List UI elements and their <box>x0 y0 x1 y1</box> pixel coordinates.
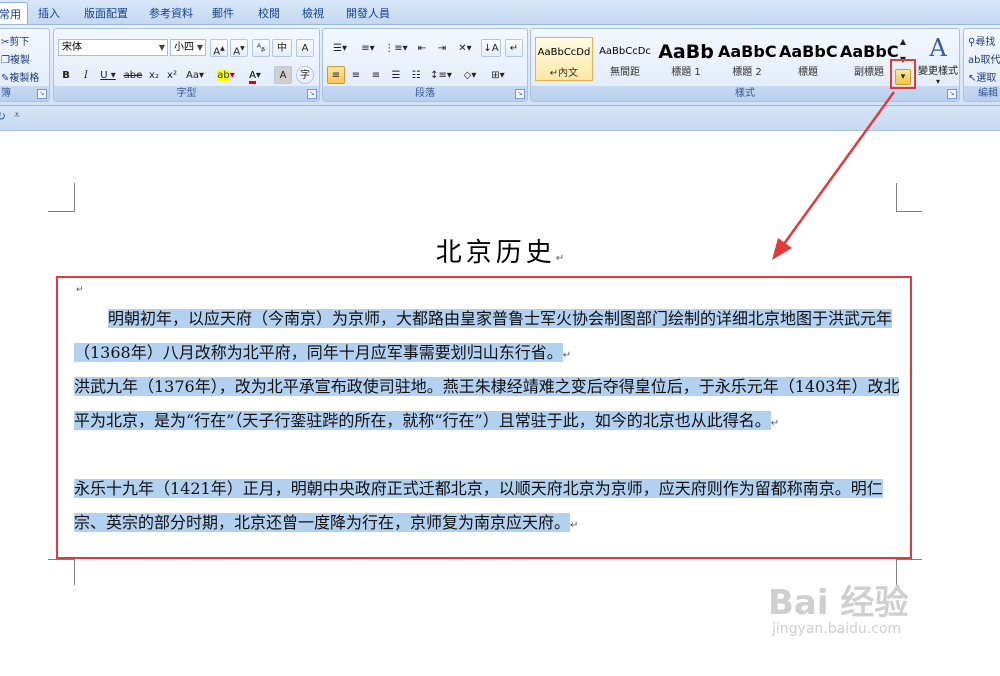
tab-review[interactable]: 校閱 <box>258 5 280 21</box>
font-dialog-launcher[interactable]: ↘ <box>307 89 317 99</box>
crop-mark <box>48 559 75 560</box>
subscript-icon[interactable]: x₂ <box>146 66 162 84</box>
style-heading-2[interactable]: AaBbC 標題 2 <box>718 37 776 81</box>
justify-icon[interactable]: ☰ <box>387 66 405 84</box>
crop-mark <box>74 559 75 585</box>
ribbon: ✂剪下 ❐複製 ✎複製格式 簿 ↘ 宋体▼ 小四▼ A▲ A▼ ᴬᵦ 中 A B… <box>0 25 1000 106</box>
font-group-label: 字型 <box>54 86 319 101</box>
crop-mark <box>74 183 75 211</box>
replace-icon: ab <box>968 55 981 66</box>
copy-button[interactable]: ❐複製 <box>1 51 30 66</box>
font-size-combo[interactable]: 小四 ▼ <box>170 39 206 56</box>
document-page[interactable]: 北京历史↵ ↵ 明朝初年，以应天府（今南京）为京师，大都路由皇家普鲁士军火协会制… <box>0 131 1000 676</box>
editing-group: ⚲尋找 ab取代 ↖選取 編輯 <box>963 28 1000 102</box>
paragraph-mark-icon: ↵ <box>555 253 565 264</box>
style-title[interactable]: AaBbC 標題 <box>779 37 837 81</box>
numbering-icon[interactable]: ≡▾ <box>355 39 381 57</box>
clear-format-icon[interactable]: ᴬᵦ <box>252 39 270 57</box>
align-right-icon[interactable]: ≡ <box>367 66 385 84</box>
borders-icon[interactable]: ⊞▾ <box>485 66 511 84</box>
style-no-spacing[interactable]: AaBbCcDc 無間距 <box>596 37 654 81</box>
paragraph-dialog-launcher[interactable]: ↘ <box>515 89 525 99</box>
find-button[interactable]: ⚲尋找 <box>968 33 995 48</box>
crop-mark <box>896 559 922 560</box>
grow-font-icon[interactable]: A▲ <box>210 39 228 57</box>
character-shading-icon[interactable]: A <box>274 66 292 84</box>
baidu-watermark-logo: Bai 经验 <box>768 583 909 623</box>
distributed-icon[interactable]: ☷ <box>407 66 425 84</box>
clipboard-dialog-launcher[interactable]: ↘ <box>37 89 47 99</box>
multilevel-list-icon[interactable]: ⋮≡▾ <box>383 39 409 57</box>
tab-developer[interactable]: 開發人員 <box>346 5 390 21</box>
superscript-icon[interactable]: x² <box>164 66 180 84</box>
tab-view[interactable]: 檢視 <box>302 5 324 21</box>
tab-insert[interactable]: 插入 <box>38 5 60 21</box>
tab-mailings[interactable]: 郵件 <box>212 5 234 21</box>
change-styles-button[interactable]: A 變更樣式 ▾ <box>916 31 960 86</box>
enclose-characters-icon[interactable]: 字 <box>296 66 314 84</box>
cut-button[interactable]: ✂剪下 <box>1 33 29 48</box>
document-title[interactable]: 北京历史↵ <box>0 232 1000 269</box>
style-normal[interactable]: AaBbCcDd ↵內文 <box>535 37 593 81</box>
highlight-icon[interactable]: ab▾ <box>212 66 240 84</box>
tab-page-layout[interactable]: 版面配置 <box>84 5 128 21</box>
tab-home[interactable]: 常用 <box>0 2 28 24</box>
align-left-icon[interactable]: ≡ <box>327 66 345 84</box>
clipboard-group: ✂剪下 ❐複製 ✎複製格式 簿 ↘ <box>0 28 50 102</box>
editing-group-label: 編輯 <box>964 86 1000 101</box>
chevron-down-icon[interactable]: ▼ <box>159 40 165 55</box>
font-group: 宋体 ▼ 小四 ▼ A▲ A▼ ᴬᵦ 中 A B I U ▾ abe x₂ x² A… <box>53 28 320 102</box>
decrease-indent-icon[interactable]: ⇤ <box>413 39 431 57</box>
copy-icon: ❐ <box>1 55 10 66</box>
styles-dialog-launcher[interactable]: ↘ <box>947 89 957 99</box>
ribbon-tab-bar: 常用 插入 版面配置 参考資料 郵件 校閱 檢視 開發人員 <box>0 0 1000 25</box>
character-border-icon[interactable]: A <box>296 39 314 57</box>
shading-icon[interactable]: ◇▾ <box>457 66 483 84</box>
quick-access-toolbar: ↻ ⩡ <box>0 106 1000 131</box>
style-heading-1[interactable]: AaBb 標題 1 <box>657 37 715 81</box>
annotation-more-button-box <box>890 59 916 89</box>
change-styles-icon: A <box>929 34 947 62</box>
align-center-icon[interactable]: ≡ <box>347 66 365 84</box>
select-button[interactable]: ↖選取 <box>968 69 996 84</box>
shrink-font-icon[interactable]: A▼ <box>230 39 248 57</box>
chevron-down-icon[interactable]: ▼ <box>197 40 203 55</box>
redo-icon[interactable]: ↻ <box>0 109 6 123</box>
crop-mark <box>896 183 897 211</box>
font-color-icon[interactable]: A▾ <box>242 66 268 84</box>
increase-indent-icon[interactable]: ⇥ <box>433 39 451 57</box>
strikethrough-icon[interactable]: abe <box>122 66 144 84</box>
paragraph-group-label: 段落 <box>323 86 527 101</box>
bullets-icon[interactable]: ☰▾ <box>327 39 353 57</box>
bold-icon[interactable]: B <box>58 66 74 84</box>
crop-mark <box>48 211 75 212</box>
paragraph-group: ☰▾ ≡▾ ⋮≡▾ ⇤ ⇥ ✕▾ ↓A ↵ ≡ ≡ ≡ ☰ ☷ ↕≡▾ ◇▾ ⊞… <box>322 28 528 102</box>
baidu-watermark-url: jingyan.baidu.com <box>772 621 902 637</box>
sort-icon[interactable]: ↓A <box>481 39 501 57</box>
tab-references[interactable]: 参考資料 <box>149 5 193 21</box>
customize-toolbar-icon[interactable]: ⩡ <box>14 110 20 121</box>
change-case-icon[interactable]: Aa▾ <box>182 66 208 84</box>
styles-scroll-up-icon[interactable]: ▲ <box>897 33 909 49</box>
annotation-text-box <box>56 276 912 559</box>
show-marks-icon[interactable]: ↵ <box>505 39 523 57</box>
phonetic-guide-icon[interactable]: 中 <box>272 39 292 57</box>
font-name-combo[interactable]: 宋体 ▼ <box>58 39 168 56</box>
chevron-down-icon: ▾ <box>935 77 940 86</box>
crop-mark <box>896 211 922 212</box>
asian-layout-icon[interactable]: ✕▾ <box>453 39 477 57</box>
line-spacing-icon[interactable]: ↕≡▾ <box>429 66 453 84</box>
italic-icon[interactable]: I <box>78 66 94 84</box>
underline-icon[interactable]: U ▾ <box>98 66 118 84</box>
replace-button[interactable]: ab取代 <box>968 51 1000 66</box>
